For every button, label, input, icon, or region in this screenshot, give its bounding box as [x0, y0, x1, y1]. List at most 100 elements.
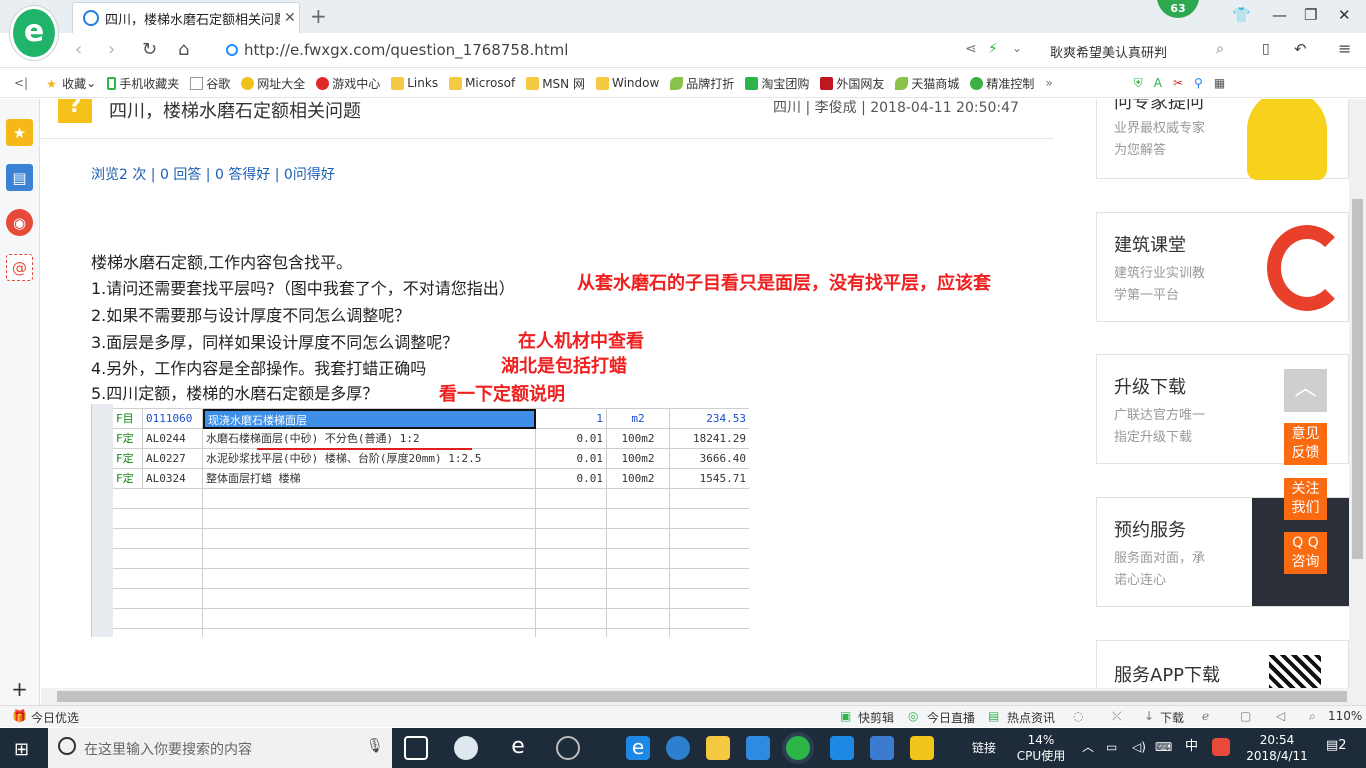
bookmark-favorites[interactable]: ★ 收藏 ⌄ [46, 75, 96, 92]
plus-app-icon[interactable] [830, 736, 854, 760]
feedback-button[interactable]: 意见 反馈 [1284, 423, 1327, 465]
horizontal-scroll-thumb[interactable] [57, 691, 1347, 702]
window-icon[interactable]: ▢ [1240, 709, 1251, 723]
shield-icon[interactable]: ⛨ [1134, 76, 1143, 91]
keyboard-icon[interactable]: ⌨ [1155, 739, 1172, 755]
bookmark-tmall[interactable]: 天猫商城 [895, 75, 959, 92]
minimize-button[interactable]: — [1272, 6, 1287, 24]
translate-icon[interactable]: A [1154, 76, 1162, 90]
refresh-button[interactable]: ↻ [142, 39, 157, 60]
live-link[interactable]: 今日直播 [927, 709, 975, 726]
notification-badge[interactable]: 63 [1157, 0, 1199, 18]
new-tab-button[interactable]: + [310, 4, 327, 28]
tools-icon[interactable]: ⚲ [1194, 76, 1203, 90]
favorites-icon[interactable]: ★ [6, 119, 33, 146]
bookmark-taobao[interactable]: 淘宝团购 [745, 75, 809, 92]
clock[interactable]: 20:54 2018/4/11 [1244, 732, 1310, 764]
spiral-app-icon[interactable] [556, 736, 580, 760]
tab-active[interactable]: 四川，楼梯水磨石定额相关问题_ ✕ [72, 2, 300, 33]
scissors-icon[interactable]: ✂ [1173, 76, 1183, 90]
bookmark-games[interactable]: 游戏中心 [316, 75, 380, 92]
forward-button[interactable]: › [108, 39, 115, 60]
browser-e-icon[interactable]: e [506, 736, 530, 760]
bookmark-mobile[interactable]: 手机收藏夹 [107, 75, 179, 92]
bookmark-google[interactable]: 谷歌 [190, 75, 230, 92]
question-icon: ? [58, 99, 92, 123]
ime-indicator[interactable]: 中 [1185, 739, 1198, 755]
skin-icon[interactable]: 👕 [1232, 6, 1251, 24]
accelerate-icon[interactable]: ⤫ [1112, 709, 1122, 724]
close-window-button[interactable]: ✕ [1338, 6, 1351, 24]
back-button[interactable]: ‹ [75, 39, 82, 60]
follow-us-button[interactable]: 关注 我们 [1284, 478, 1327, 520]
back-to-top-button[interactable]: ︿ [1284, 369, 1327, 412]
gallery-app-icon[interactable] [870, 736, 894, 760]
ad-ask-expert[interactable]: 问专家提问 业界最权威专家 为您解答 [1096, 99, 1349, 180]
restore-button[interactable]: ❐ [1304, 6, 1317, 24]
zoom-level[interactable]: 110% [1328, 709, 1362, 723]
ad-subtitle: 业界最权威专家 [1114, 121, 1206, 136]
vertical-scrollbar[interactable] [1349, 99, 1366, 688]
home-button[interactable]: ⌂ [178, 39, 189, 60]
taskbar-search[interactable]: 在这里输入你要搜索的内容 🎙 [48, 728, 392, 768]
vertical-scroll-thumb[interactable] [1352, 199, 1363, 559]
ie-icon[interactable] [666, 736, 690, 760]
tab-close-icon[interactable]: ✕ [284, 10, 296, 26]
mic-icon[interactable]: 🎙 [366, 738, 384, 754]
speed-dial-icon[interactable]: ◌ [1073, 709, 1083, 723]
bookmark-msn[interactable]: MSN 网 [526, 75, 585, 92]
notes-app-icon[interactable] [910, 736, 934, 760]
bookmark-microsoft[interactable]: Microsof [449, 76, 515, 90]
active-browser-icon[interactable] [786, 736, 810, 760]
daily-picks-link[interactable]: 今日优选 [31, 709, 79, 726]
bookmark-foreign[interactable]: 外国网友 [820, 75, 884, 92]
annotation-2: 湖北是包括打蜡 [501, 356, 627, 377]
phone-icon[interactable]: ▯ [1262, 41, 1270, 57]
tray-expand-icon[interactable]: ︿ [1082, 739, 1094, 755]
horizontal-scrollbar[interactable] [41, 688, 1366, 705]
sogou-icon[interactable] [1212, 738, 1230, 756]
qq-consult-button[interactable]: Q Q 咨询 [1284, 532, 1327, 574]
file-explorer-icon[interactable] [706, 736, 730, 760]
bookmarks-collapse-icon[interactable]: <| [14, 76, 28, 90]
bookmark-links[interactable]: Links [391, 76, 438, 90]
hot-search-hint[interactable]: 耿爽希望美认真研判 [1050, 42, 1167, 61]
windows-start-icon[interactable]: ⊞ [14, 739, 29, 760]
pinwheel-app-icon[interactable] [454, 736, 478, 760]
bookmark-windows[interactable]: Window [595, 76, 659, 90]
bookmark-precision[interactable]: 精准控制 [970, 75, 1034, 92]
bookmarks-more-icon[interactable]: » [1045, 76, 1052, 90]
ad-app-download[interactable]: 服务APP下载 [1096, 640, 1349, 688]
volume-icon[interactable]: ◁ [1276, 709, 1285, 723]
url-dropdown-icon[interactable]: ⌄ [1012, 41, 1022, 55]
notification-center-icon[interactable]: ▤2 [1326, 738, 1347, 754]
network-icon[interactable]: ▭ [1106, 739, 1117, 755]
glodon-app-icon[interactable] [746, 736, 770, 760]
game-icon [316, 76, 330, 90]
ie-mode-icon[interactable]: ℯ [1202, 709, 1209, 723]
ad-building-class[interactable]: 建筑课堂 建筑行业实训教 学第一平台 [1096, 212, 1349, 322]
edge-icon[interactable]: e [626, 736, 650, 760]
weibo-icon[interactable]: ◉ [6, 209, 33, 236]
grid-icon[interactable]: ▦ [1214, 76, 1225, 90]
mail-icon[interactable]: @ [6, 254, 33, 281]
bookmark-sites[interactable]: 网址大全 [241, 75, 305, 92]
menu-icon[interactable]: ≡ [1338, 39, 1351, 58]
reading-list-icon[interactable]: ▤ [6, 164, 33, 191]
volume-tray-icon[interactable]: ◁) [1132, 739, 1146, 755]
task-view-icon[interactable] [404, 736, 428, 760]
add-sidebar-item-icon[interactable]: + [6, 675, 33, 702]
quick-edit-link[interactable]: 快剪辑 [858, 709, 894, 726]
speed-icon[interactable]: ⚡ [988, 41, 998, 57]
question-stats[interactable]: 浏览2 次 | 0 回答 | 0 答得好 | 0问得好 [91, 164, 335, 184]
share-icon[interactable]: ⋖ [965, 41, 977, 57]
clock-time: 20:54 [1259, 733, 1295, 747]
search-icon[interactable]: ⌕ [1216, 41, 1224, 57]
download-link[interactable]: 下载 [1160, 709, 1184, 726]
undo-icon[interactable]: ↶ [1294, 40, 1307, 58]
address-bar[interactable]: http://e.fwxgx.com/question_1768758.html [226, 41, 568, 59]
bookmark-brand-sale[interactable]: 品牌打折 [670, 75, 734, 92]
news-link[interactable]: 热点资讯 [1007, 709, 1055, 726]
links-toolbar[interactable]: 链接 [972, 740, 996, 756]
browser-logo-icon[interactable]: e [10, 6, 58, 60]
